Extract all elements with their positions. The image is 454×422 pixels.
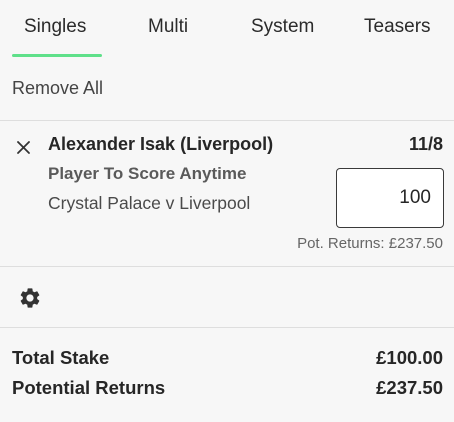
bet-slip-selection: Alexander Isak (Liverpool) 11/8 Player T… [0, 121, 454, 266]
bet-type-tabs: Singles Multi System Teasers [0, 0, 454, 60]
tab-singles[interactable]: Singles [24, 16, 86, 44]
close-icon[interactable] [14, 138, 34, 158]
tab-teasers[interactable]: Teasers [364, 16, 431, 44]
selection-odds: 11/8 [408, 134, 443, 154]
potential-returns-value: £237.50 [376, 377, 443, 398]
remove-all-button[interactable]: Remove All [12, 78, 103, 99]
potential-returns-label: Potential Returns [12, 377, 166, 398]
potential-returns-text: Pot. Returns: £237.50 [297, 235, 443, 252]
potential-returns-row: Potential Returns £237.50 [12, 377, 443, 399]
divider [0, 327, 454, 328]
total-stake-row: Total Stake £100.00 [12, 347, 443, 369]
total-stake-label: Total Stake [12, 347, 110, 368]
gear-icon[interactable] [18, 286, 42, 310]
active-tab-indicator [12, 54, 102, 57]
stake-input[interactable] [336, 168, 444, 228]
tab-system[interactable]: System [251, 16, 314, 44]
total-stake-value: £100.00 [376, 347, 443, 368]
event-name: Crystal Palace v Liverpool [48, 193, 251, 213]
divider [0, 266, 454, 267]
selection-name: Alexander Isak (Liverpool) [48, 134, 274, 154]
tab-multi[interactable]: Multi [148, 16, 188, 44]
market-name: Player To Score Anytime [48, 164, 247, 183]
